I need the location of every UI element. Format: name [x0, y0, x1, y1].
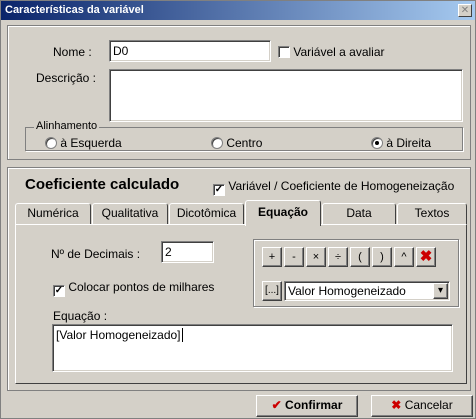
alignment-legend: Alinhamento	[34, 120, 100, 132]
tab-qualitativa[interactable]: Qualitativa	[92, 203, 168, 225]
milhares-check-mark: ✓	[54, 285, 64, 296]
operator-open-paren-label: (	[358, 251, 362, 263]
descricao-textarea[interactable]	[109, 69, 463, 122]
homog-check-mark: ✓	[214, 184, 224, 195]
homog-checkbox[interactable]: ✓ Variável / Coeficiente de Homogeneizaç…	[213, 179, 454, 196]
tab-textos-label: Textos	[414, 206, 450, 220]
radio-centro-circle[interactable]	[211, 137, 223, 149]
operator-open-paren-button[interactable]: (	[350, 247, 370, 267]
close-button[interactable]: ✕	[458, 4, 472, 17]
window-title: Características da variável	[5, 4, 144, 16]
homog-label: Variável / Coeficiente de Homogeneização	[228, 179, 455, 193]
tab-data-label: Data	[346, 206, 372, 220]
confirm-label: Confirmar	[285, 398, 343, 412]
operator-plus-button[interactable]: +	[262, 247, 282, 267]
dialog-window: Características da variável ✕ Nome : D0 …	[0, 0, 476, 419]
operator-close-paren-label: )	[380, 251, 384, 263]
field-insert-button[interactable]: [...]	[262, 281, 282, 301]
avaliar-check-box[interactable]	[278, 46, 290, 58]
tab-numerica[interactable]: Numérica	[15, 203, 91, 225]
operator-divide-button[interactable]: ÷	[328, 247, 348, 267]
operator-multiply-label: ×	[312, 251, 320, 263]
descricao-label: Descrição :	[36, 71, 97, 85]
equacao-textarea[interactable]: [Valor Homogeneizado]	[52, 324, 453, 372]
radio-centro[interactable]: Centro	[211, 136, 262, 150]
decimais-input[interactable]: 2	[161, 241, 214, 263]
nome-label: Nome :	[53, 45, 92, 59]
clear-x-icon: ✖	[419, 248, 433, 265]
tab-qualitativa-label: Qualitativa	[101, 206, 159, 220]
operator-power-button[interactable]: ^	[394, 247, 414, 267]
tab-equacao[interactable]: Equação	[245, 200, 321, 226]
title-bar[interactable]: Características da variável	[1, 1, 475, 20]
avaliar-checkbox[interactable]: Variável a avaliar	[278, 45, 385, 59]
close-icon: ✕	[460, 5, 470, 16]
cancel-label: Cancelar	[404, 398, 453, 412]
field-insert-label: [...]	[265, 285, 279, 296]
tab-dicotomica-label: Dicotômica	[176, 206, 237, 220]
operator-minus-button[interactable]: -	[284, 247, 304, 267]
milhares-check-icon[interactable]: ✓	[53, 285, 65, 297]
decimais-value: 2	[165, 245, 172, 259]
radio-esquerda-circle[interactable]	[45, 137, 57, 149]
nome-value: D0	[113, 44, 129, 58]
operators-bar: + - × ÷ ( ) ^ ✖	[262, 247, 452, 269]
field-select[interactable]: Valor Homogeneizado	[284, 281, 450, 301]
tab-dicotomica[interactable]: Dicotômica	[169, 203, 244, 225]
operator-divide-label: ÷	[334, 251, 342, 263]
operator-power-label: ^	[401, 251, 407, 263]
tab-equacao-label: Equação	[257, 205, 308, 219]
radio-esquerda[interactable]: à Esquerda	[45, 136, 122, 150]
confirm-icon: ✔	[271, 398, 282, 412]
decimais-label: Nº de Decimais :	[51, 247, 141, 261]
cancel-icon: ✖	[391, 398, 402, 412]
radio-direita-circle[interactable]	[371, 137, 383, 149]
tab-data[interactable]: Data	[322, 203, 396, 225]
operator-close-paren-button[interactable]: )	[372, 247, 392, 267]
operator-plus-label: +	[268, 251, 276, 263]
equacao-label: Equação :	[53, 309, 108, 323]
field-select-value: Valor Homogeneizado	[288, 284, 406, 298]
equacao-value: [Valor Homogeneizado]	[56, 328, 181, 342]
cancel-button[interactable]: ✖ Cancelar	[371, 395, 473, 417]
milhares-checkbox[interactable]: ✓ Colocar pontos de milhares	[53, 280, 214, 297]
confirm-button[interactable]: ✔ Confirmar	[256, 395, 358, 417]
tab-textos[interactable]: Textos	[397, 203, 467, 225]
coef-title: Coeficiente calculado	[25, 176, 180, 193]
milhares-label: Colocar pontos de milhares	[68, 280, 215, 294]
tab-numerica-label: Numérica	[27, 206, 79, 220]
operator-minus-label: -	[292, 251, 296, 263]
homog-check-icon[interactable]: ✓	[213, 184, 225, 196]
radio-esquerda-label: à Esquerda	[60, 136, 122, 150]
operator-multiply-button[interactable]: ×	[306, 247, 326, 267]
nome-input[interactable]: D0	[109, 40, 271, 62]
clear-equation-button[interactable]: ✖	[416, 247, 436, 267]
radio-centro-label: Centro	[226, 136, 263, 150]
radio-direita-label: à Direita	[386, 136, 432, 150]
radio-direita[interactable]: à Direita	[371, 136, 431, 150]
chevron-down-icon: ▾	[437, 285, 444, 296]
avaliar-label: Variável a avaliar	[293, 45, 385, 59]
field-select-dropdown-button[interactable]: ▾	[433, 283, 448, 299]
text-cursor	[181, 328, 183, 342]
